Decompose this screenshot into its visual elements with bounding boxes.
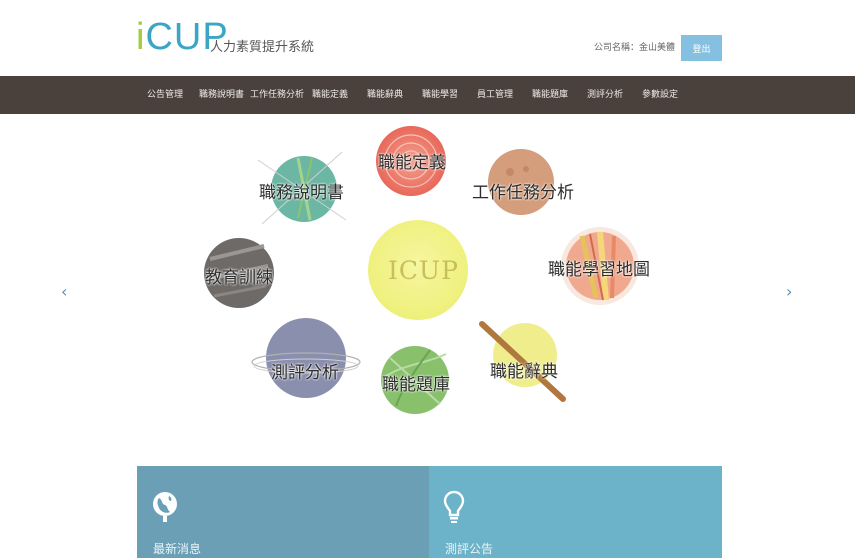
nav-item-employee-management[interactable]: 員工管理 xyxy=(477,76,513,114)
nav-item-question-bank[interactable]: 職能題庫 xyxy=(532,76,568,114)
nav-item-competency-definition[interactable]: 職能定義 xyxy=(312,76,348,114)
nav-item-task-analysis[interactable]: 工作任務分析 xyxy=(250,76,304,114)
planet-label-task-analysis[interactable]: 工作任務分析 xyxy=(472,178,574,203)
nav-item-assessment-analysis[interactable]: 測評分析 xyxy=(587,76,623,114)
header: iCUP 人力素質提升系統 公司名稱：金山美體 登出 xyxy=(0,0,855,76)
info-panels: 最新消息 測評公告 xyxy=(137,466,722,558)
planet-label-question-bank[interactable]: 職能題庫 xyxy=(382,370,450,395)
planet-label-competency-dictionary[interactable]: 職能辭典 xyxy=(490,357,558,382)
globe-icon xyxy=(151,490,179,528)
carousel-prev-arrow[interactable]: ‹ xyxy=(61,282,67,301)
nav-item-competency-learning[interactable]: 職能學習 xyxy=(422,76,458,114)
planet-label-job-description[interactable]: 職務說明書 xyxy=(259,178,344,203)
nav-item-competency-dictionary[interactable]: 職能辭典 xyxy=(367,76,403,114)
logout-button[interactable]: 登出 xyxy=(681,35,722,61)
lightbulb-icon xyxy=(443,490,465,528)
nav-item-announcements[interactable]: 公告管理 xyxy=(147,76,183,114)
company-name: 公司名稱：金山美體 xyxy=(594,43,676,53)
eval-panel[interactable]: 測評公告 xyxy=(429,466,722,558)
carousel-next-arrow[interactable]: › xyxy=(786,282,792,301)
planet-label-education-training[interactable]: 教育訓練 xyxy=(205,263,273,288)
nav-item-job-description[interactable]: 職務說明書 xyxy=(199,76,244,114)
eval-panel-title: 測評公告 xyxy=(445,542,494,556)
planet-label-learning-map[interactable]: 職能學習地圖 xyxy=(548,255,650,280)
system-subtitle: 人力素質提升系統 xyxy=(210,40,315,55)
news-panel[interactable]: 最新消息 xyxy=(137,466,429,558)
main-nav: 公告管理 職務說明書 工作任務分析 職能定義 職能辭典 職能學習 員工管理 職能… xyxy=(0,76,855,114)
center-label: ICUP xyxy=(388,256,459,285)
planet-label-assessment-analysis[interactable]: 測評分析 xyxy=(271,358,339,383)
page: iCUP 人力素質提升系統 公司名稱：金山美體 登出 公告管理 職務說明書 工作… xyxy=(0,0,855,558)
planet-label-competency-definition[interactable]: 職能定義 xyxy=(378,148,446,173)
nav-item-parameter-settings[interactable]: 參數設定 xyxy=(642,76,678,114)
hero-carousel: ICUP 職能定義 工作任務分析 職能學習地圖 職能辭典 職能題庫 測評分析 教… xyxy=(0,114,855,466)
news-panel-title: 最新消息 xyxy=(153,542,202,556)
